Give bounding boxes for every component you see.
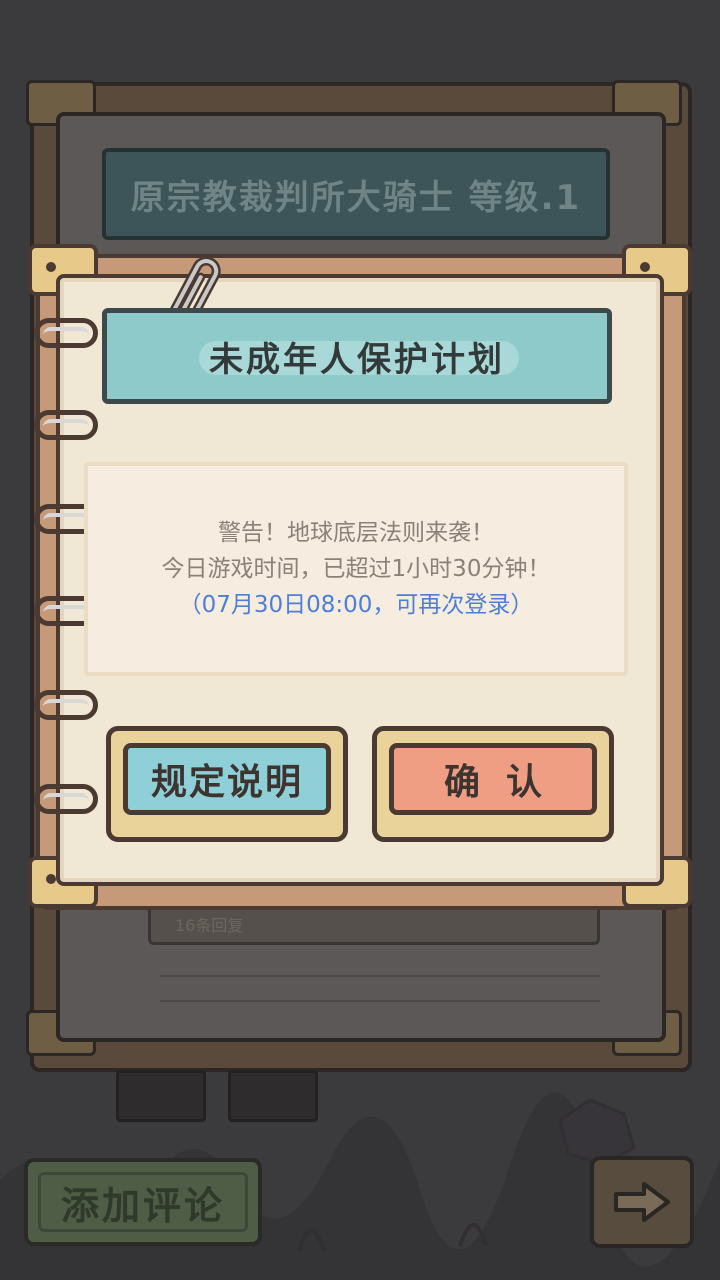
arrow-right-icon: [614, 1182, 670, 1222]
notebook-ring-icon: [34, 784, 98, 814]
notebook-ring-icon: [34, 690, 98, 720]
background-divider: [160, 1000, 600, 1002]
dialog-title-bar: 未成年人保护计划: [102, 308, 612, 404]
next-login-time-line: （07月30日08:00，可再次登录）: [178, 592, 534, 618]
playtime-exceeded-line: 今日游戏时间，已超过1小时30分钟！: [161, 556, 551, 582]
next-button[interactable]: [590, 1156, 694, 1248]
warning-message-box: 警告！地球底层法则来袭！ 今日游戏时间，已超过1小时30分钟！ （07月30日0…: [84, 462, 628, 676]
add-comment-button[interactable]: 添加评论: [24, 1158, 262, 1246]
rules-explanation-button[interactable]: 规定说明: [106, 726, 348, 842]
background-divider: [160, 975, 600, 977]
dialog-title: 未成年人保护计划: [209, 339, 505, 380]
background-tab-left: [116, 1070, 206, 1122]
background-title-bar: 原宗教裁判所大骑士 等级.1: [102, 148, 610, 240]
rules-explanation-label: 规定说明: [123, 743, 331, 815]
minor-protection-dialog: 未成年人保护计划 警告！地球底层法则来袭！ 今日游戏时间，已超过1小时30分钟！…: [28, 244, 692, 918]
confirm-label: 确认: [389, 743, 597, 815]
confirm-button[interactable]: 确认: [372, 726, 614, 842]
add-comment-label: 添加评论: [60, 1183, 225, 1228]
notebook-ring-icon: [34, 410, 98, 440]
background-tab-right: [228, 1070, 318, 1122]
notebook-ring-icon: [34, 318, 98, 348]
warning-line: 警告！地球底层法则来袭！: [218, 520, 494, 546]
